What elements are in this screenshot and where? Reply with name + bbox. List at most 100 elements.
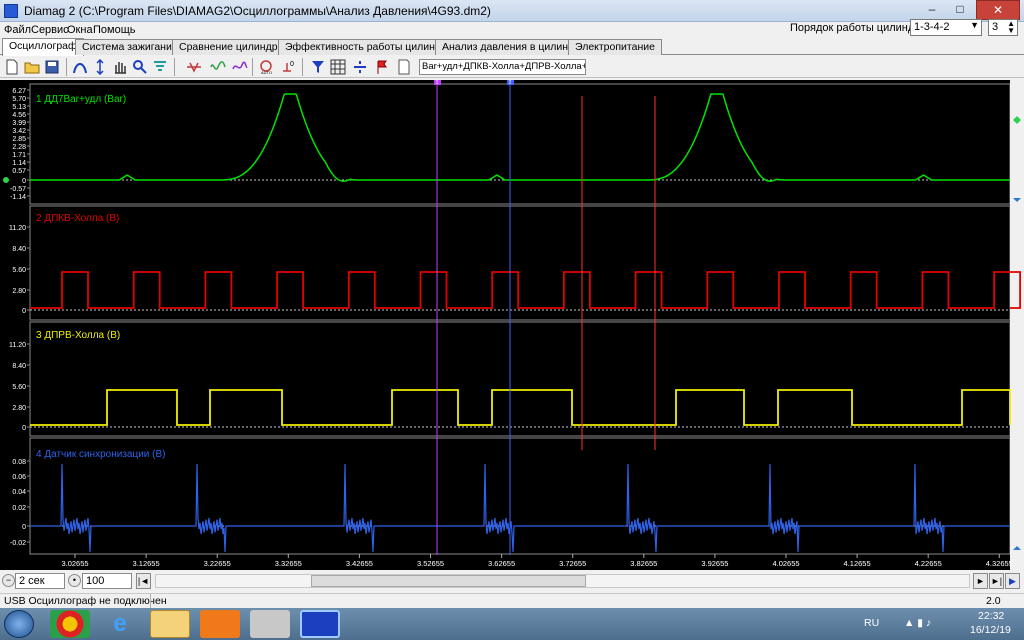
tab-ignition[interactable]: Система зажигания [75,39,185,55]
menu-help[interactable]: Помощь [93,24,136,36]
toolbar-separator [174,58,175,76]
y-tick-label: 6.27 [12,88,26,95]
y-tick-label: 11.20 [9,342,26,349]
chrome-icon[interactable] [50,610,90,638]
window-title: Diamag 2 (C:\Program Files\DIAMAG2\Осцил… [24,4,491,18]
zoom-in-icon[interactable]: • [68,574,81,587]
menu-file[interactable]: Файл [4,24,31,36]
language-indicator[interactable]: RU [864,617,879,629]
cylinder-order-select[interactable]: 1-3-4-2 ▼ [910,19,982,36]
measure-icon[interactable] [186,59,202,75]
document-icon[interactable] [396,59,412,75]
overlay-icon[interactable] [232,59,248,75]
scroll-right-button[interactable]: ► [973,573,988,589]
trigger-zero-icon[interactable]: 0 [280,59,296,75]
zoom-icon[interactable] [132,59,148,75]
go-start-button[interactable]: |◄ [136,573,151,589]
oscilloscope-canvas[interactable]: 6.275.705.134.563.993.422.852.281.711.14… [0,80,1024,570]
diamag-app-icon[interactable] [300,610,340,638]
status-divider [150,594,151,608]
y-tick-label: 5.13 [12,104,26,111]
x-tick-label: 4.32655 [986,559,1013,568]
cursor-marker-label: 1 [436,80,439,86]
status-text: USB Осциллограф не подключен [4,595,167,607]
y-tick-label: 0 [22,524,26,531]
start-button[interactable] [4,610,34,638]
x-tick-label: 3.02655 [61,559,88,568]
y-tick-label: 0 [22,178,26,185]
clock-time[interactable]: 22:32 [978,610,1004,622]
timebase-value: 2 сек [19,575,45,587]
toolbar-separator [302,58,303,76]
tab-oscilloscope[interactable]: Осциллограф [2,38,84,56]
vertical-scale-icon[interactable] [92,59,108,75]
channel-set-select[interactable]: Вar+удл+ДПКВ-Холла+ДПРВ-Холла+синх [419,59,586,75]
app-icon [4,4,18,18]
y-tick-label: 0 [22,425,26,432]
y-tick-label: 3.99 [12,120,26,127]
media-player-icon[interactable] [200,610,240,638]
zoom-out-icon[interactable]: − [2,574,15,587]
auto-icon[interactable]: AUTO [258,59,274,75]
panel-frame-2 [29,205,1011,321]
channel-filter-icon[interactable] [310,59,326,75]
zoom-value: 100 [86,575,105,587]
menu-service[interactable]: Сервис [31,24,69,36]
grid-icon[interactable] [330,59,346,75]
scrollbar-thumb[interactable] [311,575,586,587]
svg-text:0: 0 [290,61,294,68]
ie-icon[interactable]: e [100,610,140,638]
waveform-icon[interactable] [210,59,226,75]
x-tick-label: 3.32655 [275,559,302,568]
channel-2-trace [30,271,1021,309]
system-tray: RU ▲ ▮ ♪ 22:32 16/12/19 [844,608,1024,640]
menu-windows[interactable]: Окна [67,24,93,36]
y-tick-label: 0.06 [12,474,26,481]
y-tick-label: 8.40 [12,363,26,370]
save-icon[interactable] [44,59,60,75]
play-button[interactable]: ▶ [1005,573,1020,589]
y-tick-label: 3.42 [12,128,26,135]
panel-frame-4 [29,437,1011,555]
minimize-button[interactable]: – [918,0,946,20]
folder-icon[interactable] [150,610,190,638]
svg-text:AUTO: AUTO [261,70,272,75]
clock-date: 16/12/19 [970,624,1011,636]
x-tick-label: 3.12655 [133,559,160,568]
x-tick-label: 4.22655 [915,559,942,568]
cylinder-count-stepper[interactable]: 3 ▲ ▼ [988,19,1018,36]
split-icon[interactable] [352,59,368,75]
close-button[interactable]: ✕ [976,0,1020,20]
tab-power-supply[interactable]: Электропитание [568,39,662,55]
new-file-icon[interactable] [4,59,20,75]
y-tick-label: -1.14 [10,194,26,201]
y-tick-label: 1.14 [12,160,26,167]
y-tick-label: 8.40 [12,246,26,253]
marker-flag-icon[interactable] [374,59,390,75]
channel-1-trace [30,93,1010,182]
time-scrollbar[interactable] [155,574,970,588]
channel-label-2: 2 ДПКВ-Холла (В) [36,213,119,224]
chevron-down-icon: ▼ [970,20,979,30]
x-tick-label: 3.92655 [701,559,728,568]
timebase-select[interactable]: 2 сек [15,573,65,589]
bottom-controls: − 2 сек • 100 |◄ ► ►| ▶ [0,571,1024,593]
cylinder-order-value: 1-3-4-2 [914,21,950,33]
open-folder-icon[interactable] [24,59,40,75]
x-tick-label: 3.72655 [559,559,586,568]
y-tick-label: 2.80 [12,405,26,412]
network-app-icon[interactable] [250,610,290,638]
x-tick-label: 3.42655 [346,559,373,568]
filter-icon[interactable] [152,59,168,75]
maximize-button[interactable]: □ [946,0,974,20]
y-tick-label: 0 [22,308,26,315]
y-tick-label: 0.04 [12,489,26,496]
go-end-button[interactable]: ►| [989,573,1004,589]
channel-label-3: 3 ДПРВ-Холла (В) [36,330,120,341]
zoom-select[interactable]: 100 [82,573,132,589]
pan-hand-icon[interactable] [112,59,128,75]
toolbar-separator [66,58,67,76]
x-tick-label: 4.02655 [772,559,799,568]
x-tick-label: 4.12655 [844,559,871,568]
cursor-mode-icon[interactable] [72,59,88,75]
